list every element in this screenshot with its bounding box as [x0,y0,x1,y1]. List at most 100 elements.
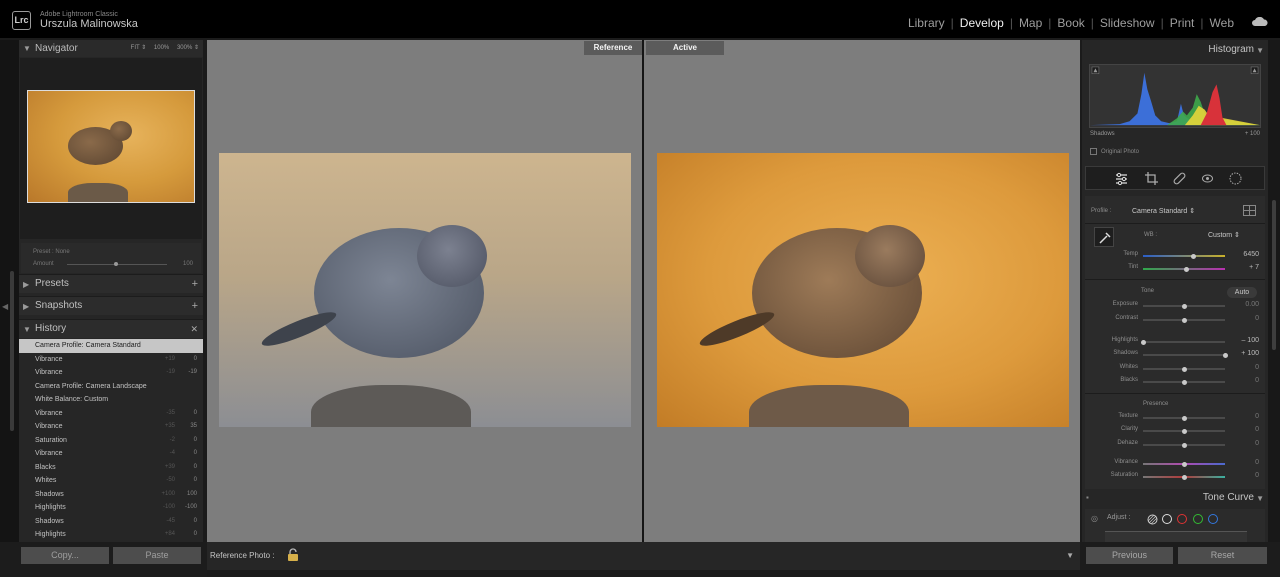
target-adjust-icon[interactable]: ◎ [1091,514,1098,523]
history-item[interactable]: White Balance: Custom [19,393,203,407]
collapse-left-arrow-icon[interactable]: ◀ [2,302,8,311]
crop-icon[interactable] [1144,171,1159,186]
navigator-header[interactable]: ▼ Navigator FIT ⇕ 100% 300% ⇕ [19,40,203,57]
histogram-graph[interactable] [1089,64,1261,128]
module-book[interactable]: Book [1051,16,1090,30]
zoom-fit[interactable]: FIT ⇕ [131,45,147,51]
history-item[interactable]: Highlights +84 0 [19,528,203,541]
paste-button[interactable]: Paste [113,547,201,564]
history-item[interactable]: Vibrance -35 0 [19,407,203,421]
vibrance-value[interactable]: 0 [1255,459,1259,466]
history-item[interactable]: Vibrance -4 0 [19,447,203,461]
navigator-preview-area[interactable] [20,58,202,239]
blacks-value[interactable]: 0 [1255,377,1259,384]
shadows-slider-track[interactable] [1143,354,1225,356]
toolbar-menu-chevron-icon[interactable]: ▼ [1066,551,1074,560]
add-snapshot-icon[interactable]: + [192,297,198,315]
zoom-100[interactable]: 100% [154,45,169,51]
cloud-icon[interactable] [1252,17,1268,26]
amount-slider-knob[interactable] [114,262,118,266]
point-curve-blue-icon[interactable] [1208,514,1218,524]
temp-value[interactable]: 6450 [1243,251,1259,258]
temp-slider-track[interactable] [1143,255,1225,257]
tone-curve-header[interactable]: ▪ Tone Curve ▼ [1082,489,1268,507]
zoom-300[interactable]: 300% ⇕ [177,45,199,51]
white-balance-eyedropper-icon[interactable] [1094,227,1114,247]
highlights-slider-knob[interactable] [1140,339,1146,345]
dehaze-slider-knob[interactable] [1181,442,1187,448]
add-preset-icon[interactable]: + [192,275,198,293]
panel-switch-icon[interactable]: ▪ [1086,489,1089,507]
history-item[interactable]: Vibrance -19 -19 [19,366,203,380]
histogram-header[interactable]: Histogram ▼ [1082,40,1268,60]
clarity-slider-knob[interactable] [1181,428,1187,434]
right-scrollbar[interactable] [1272,200,1276,350]
copy-button[interactable]: Copy... [21,547,109,564]
tint-value[interactable]: + 7 [1249,264,1259,271]
profile-dropdown[interactable]: Camera Standard ⇕ [1132,207,1195,215]
reset-button[interactable]: Reset [1178,547,1267,564]
history-item[interactable]: Shadows -45 0 [19,515,203,529]
left-scrollbar[interactable] [10,271,14,431]
point-curve-red-icon[interactable] [1177,514,1187,524]
exposure-slider-knob[interactable] [1181,303,1187,309]
reference-photo[interactable] [219,153,631,427]
profile-browser-icon[interactable] [1243,205,1256,216]
history-item[interactable]: Vibrance +35 35 [19,420,203,434]
history-item[interactable]: Saturation -2 0 [19,434,203,448]
clear-history-icon[interactable]: ✕ [190,320,198,338]
previous-button[interactable]: Previous [1086,547,1173,564]
saturation-slider-knob[interactable] [1181,474,1187,480]
highlights-slider-track[interactable] [1143,341,1225,343]
temp-slider-knob[interactable] [1190,253,1196,259]
history-item[interactable]: Camera Profile: Camera Landscape [19,380,203,394]
original-photo-checkbox[interactable]: Original Photo [1090,148,1139,155]
masking-icon[interactable] [1228,171,1243,186]
blacks-slider-knob[interactable] [1181,379,1187,385]
texture-value[interactable]: 0 [1255,413,1259,420]
history-item[interactable]: Camera Profile: Camera Standard [19,339,203,353]
contrast-value[interactable]: 0 [1255,315,1259,322]
contrast-slider-knob[interactable] [1181,317,1187,323]
history-item[interactable]: Blacks +39 0 [19,461,203,475]
point-curve-green-icon[interactable] [1193,514,1203,524]
curve-graph[interactable] [1105,531,1247,542]
exposure-value[interactable]: 0.00 [1245,301,1259,308]
auto-tone-button[interactable]: Auto [1227,287,1257,298]
healing-brush-icon[interactable] [1172,171,1187,186]
history-item[interactable]: Highlights -100 -100 [19,501,203,515]
module-slideshow[interactable]: Slideshow [1094,16,1161,30]
point-curve-rgb-icon[interactable] [1162,514,1172,524]
shadows-slider-knob[interactable] [1222,352,1228,358]
preset-row[interactable]: Preset : None [33,249,70,255]
parametric-curve-icon[interactable] [1147,514,1158,525]
clarity-value[interactable]: 0 [1255,426,1259,433]
active-photo[interactable] [657,153,1069,427]
module-develop[interactable]: Develop [954,16,1010,30]
highlights-value[interactable]: – 100 [1241,337,1259,344]
checkbox-icon[interactable] [1090,148,1097,155]
module-map[interactable]: Map [1013,16,1048,30]
red-eye-icon[interactable] [1200,171,1215,186]
history-section-header[interactable]: ▼ History ✕ [19,319,203,338]
presets-section-header[interactable]: ▶ Presets + [19,274,203,293]
module-library[interactable]: Library [902,16,951,30]
history-item[interactable]: Vibrance +19 0 [19,353,203,367]
module-web[interactable]: Web [1204,16,1240,30]
history-item[interactable]: Whites -50 0 [19,474,203,488]
lock-icon[interactable] [287,548,299,562]
history-item[interactable]: Shadows +100 100 [19,488,203,502]
whites-slider-knob[interactable] [1181,366,1187,372]
edit-sliders-icon[interactable] [1114,171,1129,186]
shadows-value[interactable]: + 100 [1241,350,1259,357]
wb-dropdown[interactable]: Custom ⇕ [1208,231,1240,239]
navigator-thumbnail[interactable] [27,90,195,203]
module-print[interactable]: Print [1164,16,1201,30]
vibrance-slider-knob[interactable] [1181,461,1187,467]
saturation-value[interactable]: 0 [1255,472,1259,479]
whites-value[interactable]: 0 [1255,364,1259,371]
tint-slider-knob[interactable] [1183,266,1189,272]
dehaze-value[interactable]: 0 [1255,440,1259,447]
snapshots-section-header[interactable]: ▶ Snapshots + [19,296,203,315]
texture-slider-knob[interactable] [1181,415,1187,421]
